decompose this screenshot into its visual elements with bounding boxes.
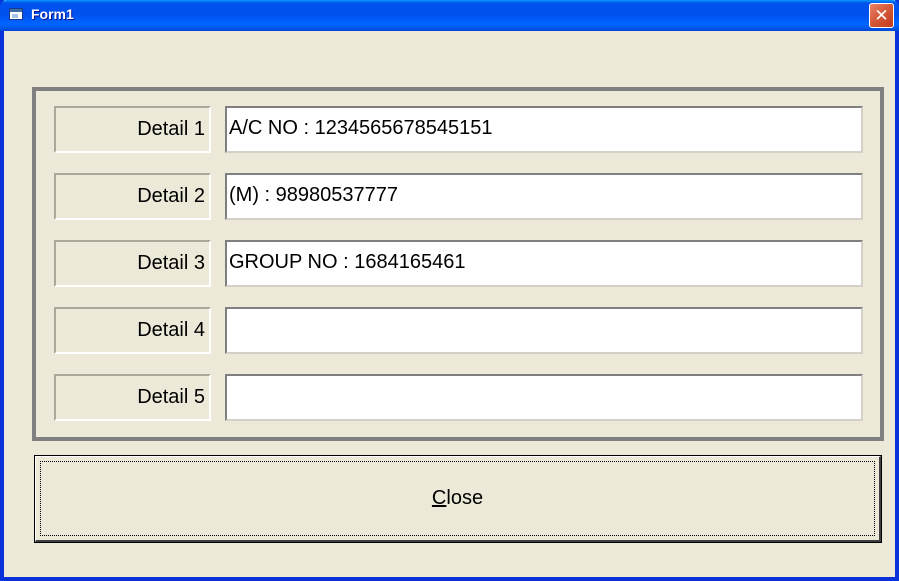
detail-label: Detail 4 [54, 307, 211, 354]
detail-label: Detail 5 [54, 374, 211, 421]
window-close-icon[interactable]: ✕ [869, 3, 894, 28]
detail-row-2: Detail 2 (M) : 98980537777 [36, 173, 880, 223]
details-frame: Detail 1 A/C NO : 1234565678545151 Detai… [32, 87, 884, 441]
detail-label: Detail 1 [54, 106, 211, 153]
focus-rectangle [40, 461, 875, 536]
detail-value-field[interactable]: GROUP NO : 1684165461 [225, 240, 863, 287]
detail-row-4: Detail 4 [36, 307, 880, 357]
detail-label: Detail 2 [54, 173, 211, 220]
detail-value-field[interactable]: (M) : 98980537777 [225, 173, 863, 220]
title-bar[interactable]: Form1 ✕ [0, 0, 899, 31]
form-window: Form1 ✕ Detail 1 A/C NO : 12345656785451… [0, 0, 899, 581]
detail-row-5: Detail 5 [36, 374, 880, 424]
detail-row-3: Detail 3 GROUP NO : 1684165461 [36, 240, 880, 290]
form-app-icon [9, 8, 23, 20]
detail-value-field[interactable]: A/C NO : 1234565678545151 [225, 106, 863, 153]
detail-row-1: Detail 1 A/C NO : 1234565678545151 [36, 106, 880, 156]
detail-label: Detail 3 [54, 240, 211, 287]
close-button[interactable]: Close [34, 455, 882, 543]
detail-value-field[interactable] [225, 374, 863, 421]
window-title: Form1 [31, 6, 74, 22]
detail-value-field[interactable] [225, 307, 863, 354]
